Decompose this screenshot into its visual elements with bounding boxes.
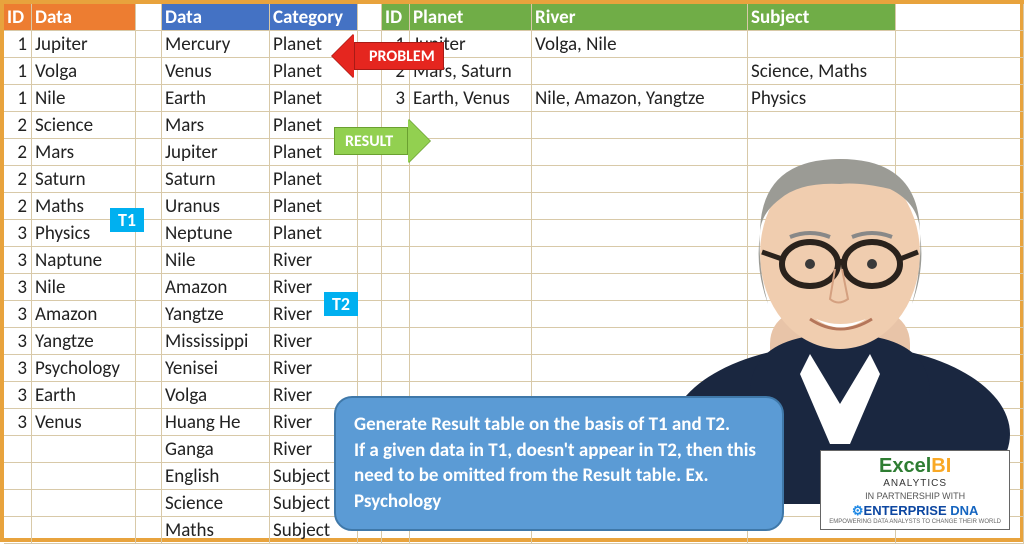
t1-data[interactable]: Earth — [32, 382, 136, 409]
t1-id[interactable]: 3 — [4, 274, 32, 301]
t2-data[interactable]: Nile — [162, 247, 270, 274]
t1-id[interactable]: 2 — [4, 193, 32, 220]
t2-header-category: Category — [270, 4, 358, 31]
t1-id[interactable]: 2 — [4, 112, 32, 139]
t2-data[interactable]: English — [162, 463, 270, 490]
t1-id[interactable]: 3 — [4, 409, 32, 436]
logo-bi: BI — [931, 455, 951, 477]
t2-header-data: Data — [162, 4, 270, 31]
t1-data[interactable]: Mars — [32, 139, 136, 166]
t2-data[interactable]: Huang He — [162, 409, 270, 436]
t2-category[interactable]: Planet — [270, 193, 358, 220]
t2-data[interactable]: Saturn — [162, 166, 270, 193]
t3-header-id: ID — [382, 4, 410, 31]
t1-data[interactable]: Nile — [32, 274, 136, 301]
t1-id[interactable]: 3 — [4, 328, 32, 355]
t1-id[interactable]: 3 — [4, 220, 32, 247]
t1-data[interactable]: Amazon — [32, 301, 136, 328]
t1-data[interactable]: Volga — [32, 58, 136, 85]
problem-arrow: PROBLEM — [332, 34, 444, 78]
t2-category[interactable]: River — [270, 328, 358, 355]
t1-id[interactable]: 3 — [4, 382, 32, 409]
logo-enterprise: ENTERPRISE — [864, 503, 951, 518]
t1-data[interactable]: Nile — [32, 85, 136, 112]
t3-header-planet: Planet — [410, 4, 532, 31]
t2-data[interactable]: Yangtze — [162, 301, 270, 328]
logo-dna: DNA — [950, 503, 978, 518]
t1-id[interactable]: 1 — [4, 85, 32, 112]
result-label: RESULT — [345, 132, 393, 151]
logo-partnership: IN PARTNERSHIP WITH — [829, 491, 1001, 501]
t2-data[interactable]: Jupiter — [162, 139, 270, 166]
instruction-bubble: Generate Result table on the basis of T1… — [334, 396, 784, 531]
t2-data[interactable]: Yenisei — [162, 355, 270, 382]
t2-data[interactable]: Maths — [162, 517, 270, 544]
t3-planet[interactable]: Earth, Venus — [410, 85, 532, 112]
badge-t2: T2 — [324, 292, 358, 316]
logo-tagline: EMPOWERING DATA ANALYSTS TO CHANGE THEIR… — [829, 519, 1001, 525]
t2-category[interactable]: Planet — [270, 85, 358, 112]
t2-data[interactable]: Neptune — [162, 220, 270, 247]
t2-data[interactable]: Venus — [162, 58, 270, 85]
t1-id[interactable]: 3 — [4, 247, 32, 274]
t2-data[interactable]: Volga — [162, 382, 270, 409]
bubble-text: Generate Result table on the basis of T1… — [354, 413, 756, 513]
t3-river[interactable] — [532, 58, 748, 85]
t2-category[interactable]: River — [270, 355, 358, 382]
t1-id[interactable]: 1 — [4, 58, 32, 85]
t1-id[interactable]: 2 — [4, 166, 32, 193]
logo-box: ExcelBI ANALYTICS IN PARTNERSHIP WITH ⚙E… — [820, 450, 1010, 530]
t1-data[interactable]: Yangtze — [32, 328, 136, 355]
t3-id[interactable]: 3 — [382, 85, 410, 112]
t1-data[interactable]: Venus — [32, 409, 136, 436]
t2-data[interactable]: Ganga — [162, 436, 270, 463]
t1-data[interactable]: Jupiter — [32, 31, 136, 58]
t1-id[interactable]: 3 — [4, 301, 32, 328]
t2-data[interactable]: Earth — [162, 85, 270, 112]
t2-category[interactable]: River — [270, 247, 358, 274]
t1-header-data: Data — [32, 4, 136, 31]
t2-data[interactable]: Amazon — [162, 274, 270, 301]
t2-data[interactable]: Uranus — [162, 193, 270, 220]
t1-id[interactable]: 1 — [4, 31, 32, 58]
t3-subject[interactable] — [748, 31, 896, 58]
t1-header-id: ID — [4, 4, 32, 31]
t3-subject[interactable]: Science, Maths — [748, 58, 896, 85]
t1-data[interactable]: Science — [32, 112, 136, 139]
t2-data[interactable]: Mars — [162, 112, 270, 139]
t2-data[interactable]: Science — [162, 490, 270, 517]
t1-data[interactable]: Naptune — [32, 247, 136, 274]
t1-id[interactable]: 2 — [4, 139, 32, 166]
t2-category[interactable]: Planet — [270, 220, 358, 247]
logo-analytics: ANALYTICS — [829, 478, 1001, 489]
t1-data[interactable]: Psychology — [32, 355, 136, 382]
t3-header-river: River — [532, 4, 748, 31]
t1-id[interactable]: 3 — [4, 355, 32, 382]
t3-header-subject: Subject — [748, 4, 896, 31]
t2-data[interactable]: Mercury — [162, 31, 270, 58]
problem-label: PROBLEM — [369, 47, 435, 66]
t1-data[interactable]: Saturn — [32, 166, 136, 193]
t2-category[interactable]: Planet — [270, 166, 358, 193]
t2-data[interactable]: Mississippi — [162, 328, 270, 355]
badge-t1: T1 — [110, 208, 144, 232]
logo-excel: Excel — [879, 455, 931, 477]
result-arrow: RESULT — [334, 119, 430, 163]
t3-river[interactable]: Volga, Nile — [532, 31, 748, 58]
